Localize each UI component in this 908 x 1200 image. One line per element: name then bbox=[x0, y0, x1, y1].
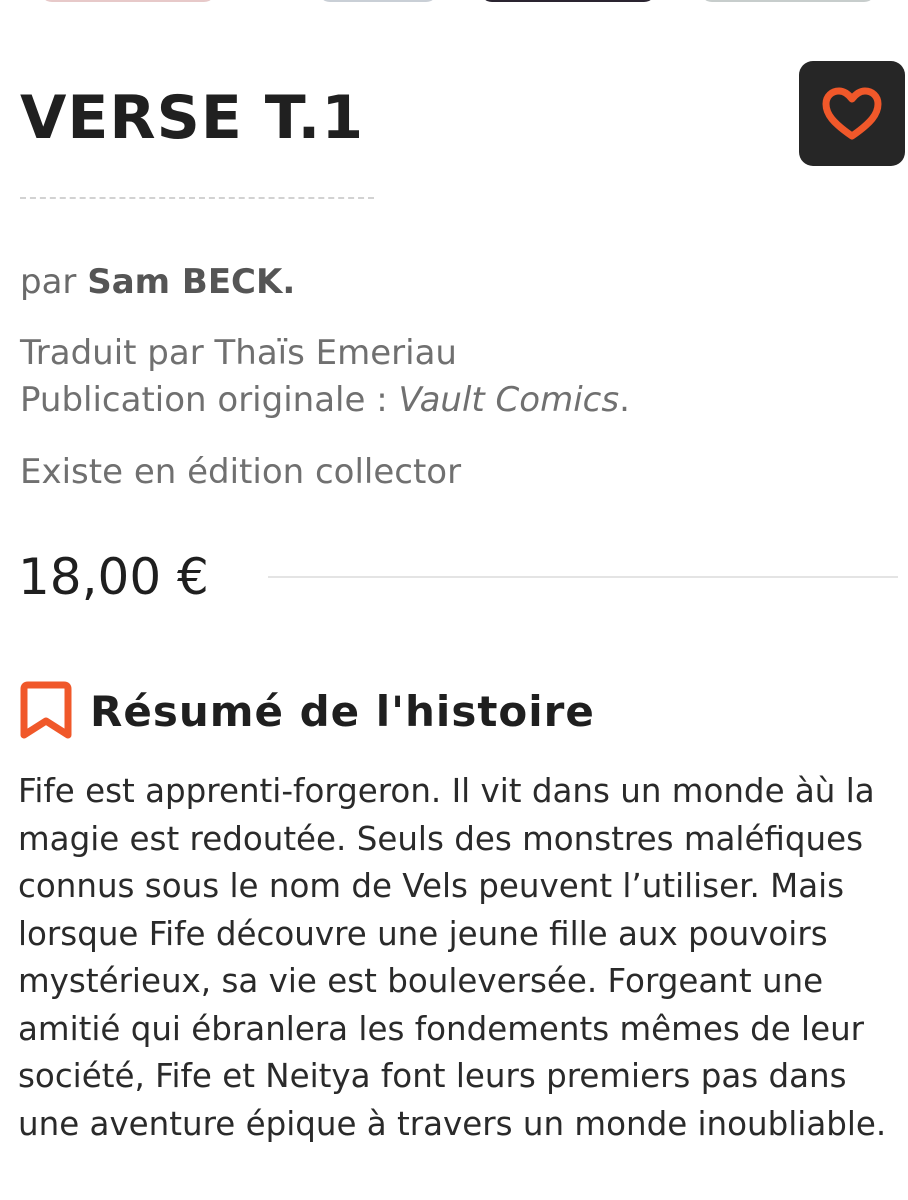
author-link[interactable]: Sam BECK. bbox=[87, 262, 295, 302]
cover-thumbnail[interactable] bbox=[40, 0, 216, 2]
credits: Traduit par Thaïs Emeriau Publication or… bbox=[20, 330, 630, 424]
title-divider bbox=[20, 197, 374, 199]
cover-thumbnails-strip bbox=[0, 0, 908, 6]
original-publication-suffix: . bbox=[619, 380, 630, 420]
author-line: par Sam BECK. bbox=[20, 260, 295, 304]
byline-prefix: par bbox=[20, 262, 77, 302]
summary-heading: Résumé de l'histoire bbox=[90, 686, 595, 736]
heart-icon bbox=[822, 87, 882, 139]
price: 18,00 € bbox=[18, 548, 209, 606]
summary-header: Résumé de l'histoire bbox=[20, 680, 595, 742]
price-divider bbox=[268, 576, 898, 578]
original-publisher: Vault Comics bbox=[398, 380, 620, 420]
bookmark-icon bbox=[20, 681, 72, 741]
book-title: VERSE T.1 bbox=[20, 83, 365, 153]
summary-text: Fife est apprenti-forgeron. Il vit dans … bbox=[18, 772, 887, 1143]
favorite-button[interactable] bbox=[799, 61, 905, 166]
original-publication-label: Publication originale : bbox=[20, 380, 388, 420]
cover-thumbnail[interactable] bbox=[700, 0, 876, 2]
translator-line: Traduit par Thaïs Emeriau bbox=[20, 333, 457, 373]
cover-thumbnail[interactable] bbox=[480, 0, 656, 2]
collector-edition-note[interactable]: Existe en édition collector bbox=[20, 450, 461, 494]
cover-thumbnail[interactable] bbox=[318, 0, 438, 2]
original-publication-line: Publication originale : Vault Comics. bbox=[20, 377, 630, 424]
